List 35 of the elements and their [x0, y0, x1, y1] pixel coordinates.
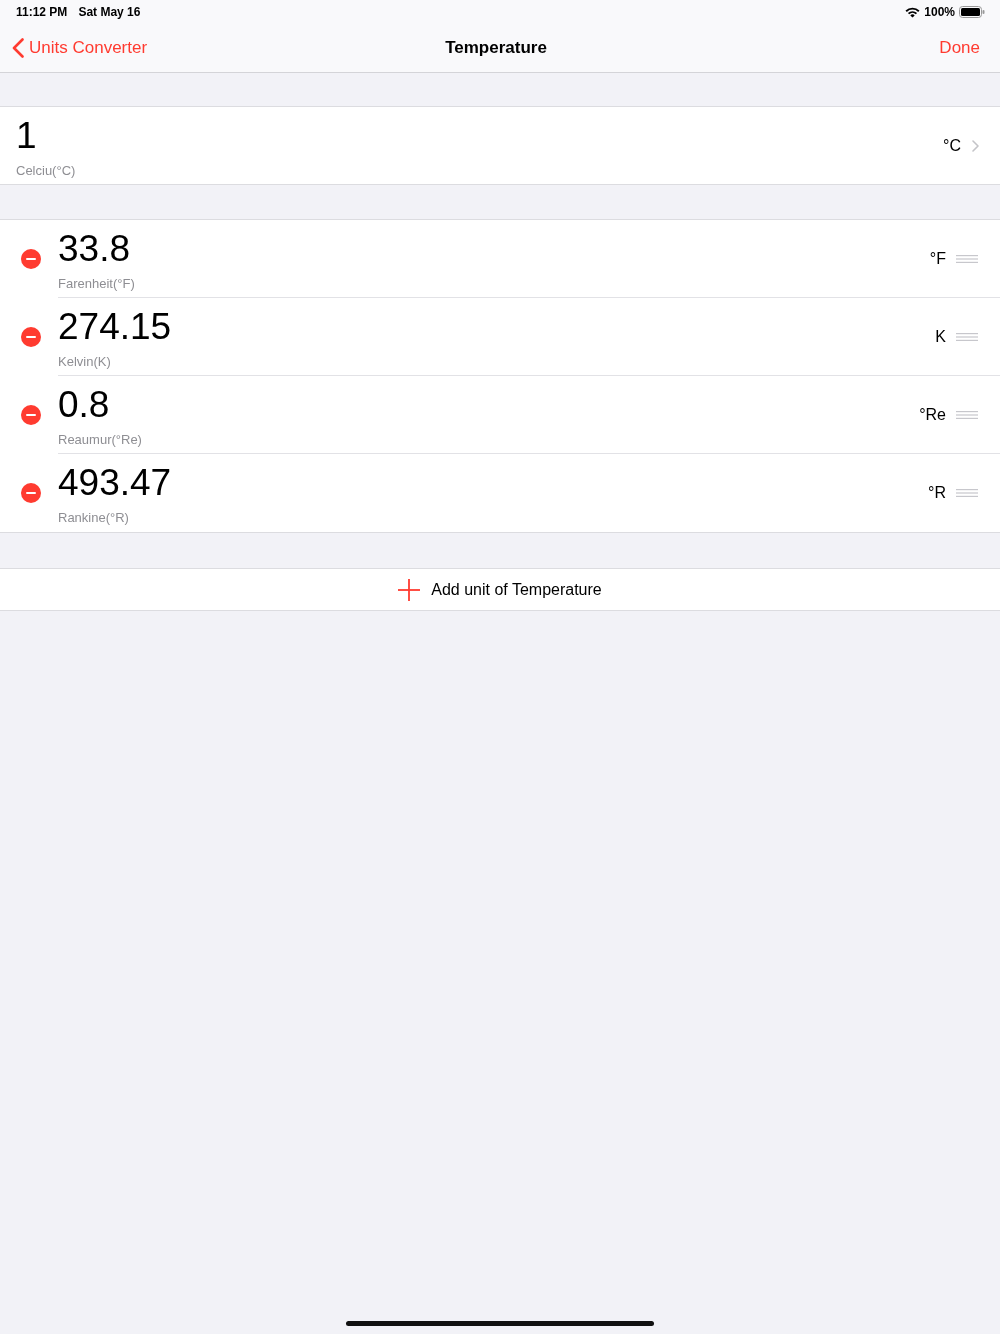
status-time: 11:12 PM: [16, 5, 68, 19]
drag-handle-icon[interactable]: [956, 332, 978, 341]
unit-value: 274.15: [58, 304, 172, 349]
chevron-right-icon[interactable]: [972, 139, 979, 152]
minus-circle-icon[interactable]: [21, 249, 41, 269]
unit-symbol: °F: [929, 249, 946, 268]
drag-handle-icon[interactable]: [956, 254, 978, 263]
unit-name: Kelvin(K): [58, 352, 111, 371]
chevron-left-icon: [12, 38, 24, 58]
screen-title: Temperature: [445, 38, 547, 58]
unit-name: Reaumur(°Re): [58, 430, 142, 449]
unit-value: 33.8: [58, 226, 130, 271]
plus-icon: [398, 578, 421, 601]
add-unit-button[interactable]: Add unit of Temperature: [0, 568, 1000, 611]
unit-symbol: °Re: [919, 405, 946, 424]
unit-name: Farenheit(°F): [58, 274, 135, 293]
drag-handle-icon[interactable]: [956, 489, 978, 497]
minus-circle-icon[interactable]: [21, 327, 41, 347]
battery-icon: [959, 6, 985, 18]
drag-handle-icon[interactable]: [956, 410, 978, 419]
done-button[interactable]: Done: [939, 38, 980, 58]
status-date: Sat May 16: [78, 5, 141, 19]
unit-value: 0.8: [58, 382, 110, 427]
base-value: 1: [16, 113, 37, 158]
back-button[interactable]: Units Converter: [12, 38, 148, 58]
unit-symbol: K: [935, 327, 946, 346]
unit-value: 493.47: [58, 461, 172, 505]
wifi-icon: [905, 6, 921, 18]
base-unit-name: Celciu(°C): [16, 161, 76, 180]
minus-circle-icon[interactable]: [21, 405, 41, 425]
unit-name: Rankine(°R): [58, 509, 129, 527]
minus-circle-icon[interactable]: [21, 483, 41, 503]
battery-percentage: 100%: [924, 5, 955, 19]
base-unit-symbol: °C: [943, 136, 961, 155]
unit-symbol: °R: [928, 484, 946, 502]
